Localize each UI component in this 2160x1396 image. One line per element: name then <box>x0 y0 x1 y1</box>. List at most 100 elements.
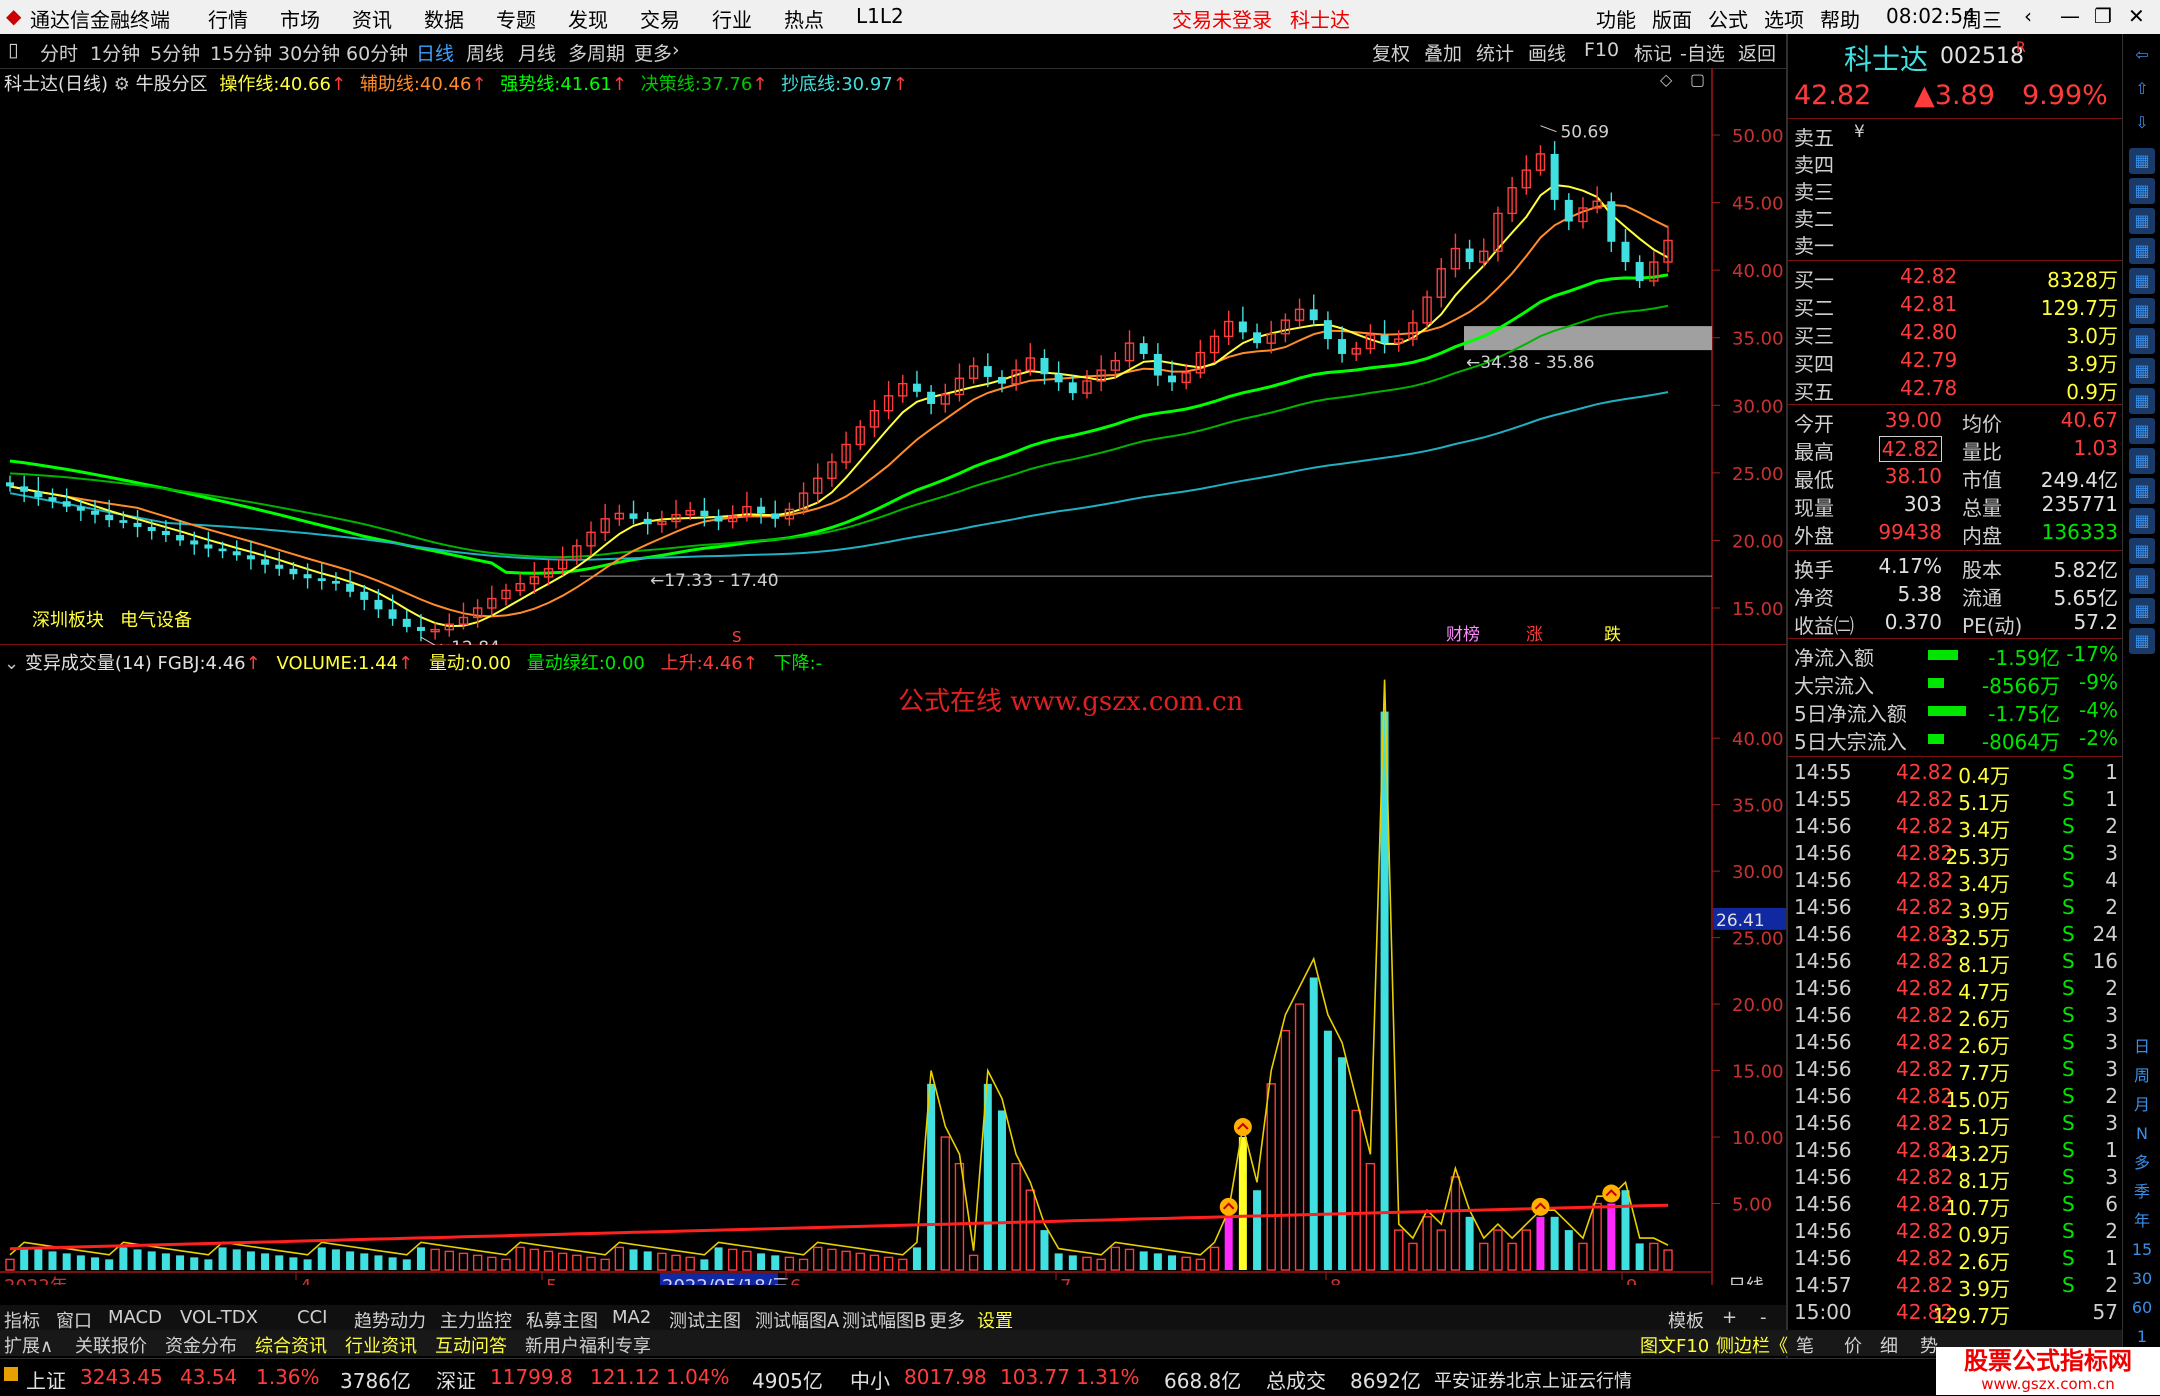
fs-icon[interactable]: ▦ <box>2129 448 2155 474</box>
period-button[interactable]: 多周期 <box>568 39 625 66</box>
minimize-icon[interactable]: — <box>2060 4 2080 28</box>
period-button[interactable]: 1分钟 <box>90 39 140 66</box>
side-tab[interactable]: 价 <box>1844 1332 1862 1358</box>
index-name[interactable]: 上证 <box>26 1365 66 1394</box>
sell-level[interactable]: 卖一 <box>1792 230 2122 258</box>
tick-row[interactable]: 14:56 42.82 7.7万 S 3 <box>1792 1057 2122 1085</box>
tool-button[interactable]: ⇦ <box>2129 42 2155 68</box>
tick-row[interactable]: 14:55 42.82 0.4万 S 1 <box>1792 760 2122 788</box>
toolbar-button[interactable]: 统计 <box>1476 39 1514 66</box>
toolbar-button[interactable]: -自选 <box>1680 39 1725 66</box>
login-status[interactable]: 交易未登录 <box>1172 4 1272 33</box>
menu-item[interactable]: 公式 <box>1708 4 1748 33</box>
menu-item[interactable]: L1L2 <box>856 4 904 28</box>
tick-row[interactable]: 14:56 42.82 2.6万 S 1 <box>1792 1246 2122 1274</box>
tick-row[interactable]: 14:56 42.82 8.1万 S 3 <box>1792 1165 2122 1193</box>
period-button[interactable]: 更多 <box>634 39 672 66</box>
menu-item[interactable]: 交易 <box>640 4 680 33</box>
tool-button[interactable]: N <box>2129 1121 2155 1147</box>
list-icon[interactable]: ▦ <box>2129 178 2155 204</box>
tool-button[interactable]: 周 <box>2129 1063 2155 1089</box>
sector-label[interactable]: 深圳板块 <box>32 606 104 632</box>
pen-icon[interactable]: ▦ <box>2129 568 2155 594</box>
tool-button[interactable]: ⇩ <box>2129 110 2155 136</box>
tick-row[interactable]: 14:56 42.82 3.4万 S 2 <box>1792 814 2122 842</box>
menu-item[interactable]: 帮助 <box>1820 4 1860 33</box>
tick-row[interactable]: 14:56 42.82 4.7万 S 2 <box>1792 976 2122 1004</box>
compass-icon[interactable]: ▦ <box>2129 478 2155 504</box>
tick-row[interactable]: 14:55 42.82 5.1万 S 1 <box>1792 787 2122 815</box>
tool-button[interactable]: 15 <box>2129 1237 2155 1263</box>
move-icon[interactable]: ▦ <box>2129 538 2155 564</box>
rsi-icon[interactable]: ▦ <box>2129 508 2155 534</box>
f10-icon[interactable]: ▦ <box>2129 328 2155 354</box>
tick-row[interactable]: 14:56 42.82 2.6万 S 3 <box>1792 1003 2122 1031</box>
sell-level[interactable]: 卖二 <box>1792 203 2122 231</box>
toolbar-button[interactable]: 标记 <box>1634 39 1672 66</box>
main-price-chart[interactable]: 科士达(日线) ⚙ 牛股分区 操作线:40.66↑ 辅助线:40.46↑ 强势线… <box>0 68 1786 645</box>
period-button[interactable]: 月线 <box>518 39 556 66</box>
buy-level[interactable]: 买三 42.80 3.0万 <box>1792 320 2122 348</box>
menu-item[interactable]: 功能 <box>1596 4 1636 33</box>
index-name[interactable]: 中小 <box>850 1365 890 1394</box>
info-tab[interactable]: 扩展∧ <box>4 1332 53 1358</box>
tool-button[interactable]: ⇧ <box>2129 76 2155 102</box>
period-button[interactable]: 5分钟 <box>150 39 200 66</box>
indicator-tab[interactable]: MA2 <box>612 1307 651 1328</box>
period-button[interactable]: 分时 <box>40 39 78 66</box>
buy-level[interactable]: 买四 42.79 3.9万 <box>1792 348 2122 376</box>
tick-row[interactable]: 14:56 42.82 8.1万 S 16 <box>1792 949 2122 977</box>
menu-item[interactable]: 资讯 <box>352 4 392 33</box>
doc-icon[interactable]: ▦ <box>2129 298 2155 324</box>
period-button[interactable]: 周线 <box>466 39 504 66</box>
sell-level[interactable]: 卖四 <box>1792 149 2122 177</box>
restore-icon[interactable]: ❐ <box>2094 4 2112 28</box>
tick-row[interactable]: 14:56 42.82 15.0万 S 2 <box>1792 1084 2122 1112</box>
tool-button[interactable]: 30 <box>2129 1266 2155 1292</box>
toolbar-button[interactable]: 画线 <box>1528 39 1566 66</box>
tick-row[interactable]: 14:56 42.82 10.7万 S 6 <box>1792 1192 2122 1220</box>
tick-row[interactable]: 14:56 42.82 3.4万 S 4 <box>1792 868 2122 896</box>
close-icon[interactable]: ✕ <box>2128 4 2145 28</box>
index-name[interactable]: 深证 <box>436 1365 476 1394</box>
line-icon[interactable]: ▦ <box>2129 238 2155 264</box>
menu-item[interactable]: 市场 <box>280 4 320 33</box>
tick-row[interactable]: 14:56 42.82 5.1万 S 3 <box>1792 1111 2122 1139</box>
indicator-tab[interactable]: VOL-TDX <box>180 1307 258 1328</box>
swap-icon[interactable]: ▦ <box>2129 628 2155 654</box>
info-tab[interactable]: 行业资讯 <box>345 1332 417 1358</box>
fs2-icon[interactable]: ▦ <box>2129 598 2155 624</box>
info-tab[interactable]: 新用户福利专享 <box>525 1332 651 1358</box>
chart-icon[interactable]: ▦ <box>2129 148 2155 174</box>
toolbar-button[interactable]: 返回 <box>1738 39 1776 66</box>
book-icon[interactable]: ▦ <box>2129 418 2155 444</box>
period-button[interactable]: 15分钟 <box>210 39 272 66</box>
menu-item[interactable]: 专题 <box>496 4 536 33</box>
tool-button[interactable]: 60 <box>2129 1295 2155 1321</box>
menu-item[interactable]: 行业 <box>712 4 752 33</box>
menu-item[interactable]: 版面 <box>1652 4 1692 33</box>
tick-row[interactable]: 14:57 42.82 3.9万 S 2 <box>1792 1273 2122 1301</box>
grid-icon[interactable]: ▦ <box>2129 208 2155 234</box>
menu-item[interactable]: 发现 <box>568 4 608 33</box>
indicator-tab[interactable]: CCI <box>297 1307 327 1328</box>
add-tab-button[interactable]: + <box>1722 1307 1737 1328</box>
sell-level[interactable]: 卖五 ¥ <box>1792 122 2122 150</box>
menu-item[interactable]: 选项 <box>1764 4 1804 33</box>
side-tab[interactable]: 图文F10 <box>1640 1332 1709 1358</box>
buy-level[interactable]: 买五 42.78 0.9万 <box>1792 376 2122 404</box>
stat-icon[interactable]: ▦ <box>2129 358 2155 384</box>
tool-button[interactable]: 月 <box>2129 1092 2155 1118</box>
side-tab[interactable]: 笔 <box>1796 1332 1814 1358</box>
tool-button[interactable]: 年 <box>2129 1208 2155 1234</box>
buy-level[interactable]: 买二 42.81 129.7万 <box>1792 292 2122 320</box>
info-tab[interactable]: 互动问答 <box>435 1332 507 1358</box>
side-tab[interactable]: 细 <box>1880 1332 1898 1358</box>
toolbar-button[interactable]: 叠加 <box>1424 39 1462 66</box>
tick-row[interactable]: 14:56 42.82 2.6万 S 3 <box>1792 1030 2122 1058</box>
l2-icon[interactable]: ▦ <box>2129 388 2155 414</box>
menu-item[interactable]: 热点 <box>784 4 824 33</box>
period-button[interactable]: 60分钟 <box>346 39 408 66</box>
tool-button[interactable]: 日 <box>2129 1034 2155 1060</box>
sell-level[interactable]: 卖三 <box>1792 176 2122 204</box>
